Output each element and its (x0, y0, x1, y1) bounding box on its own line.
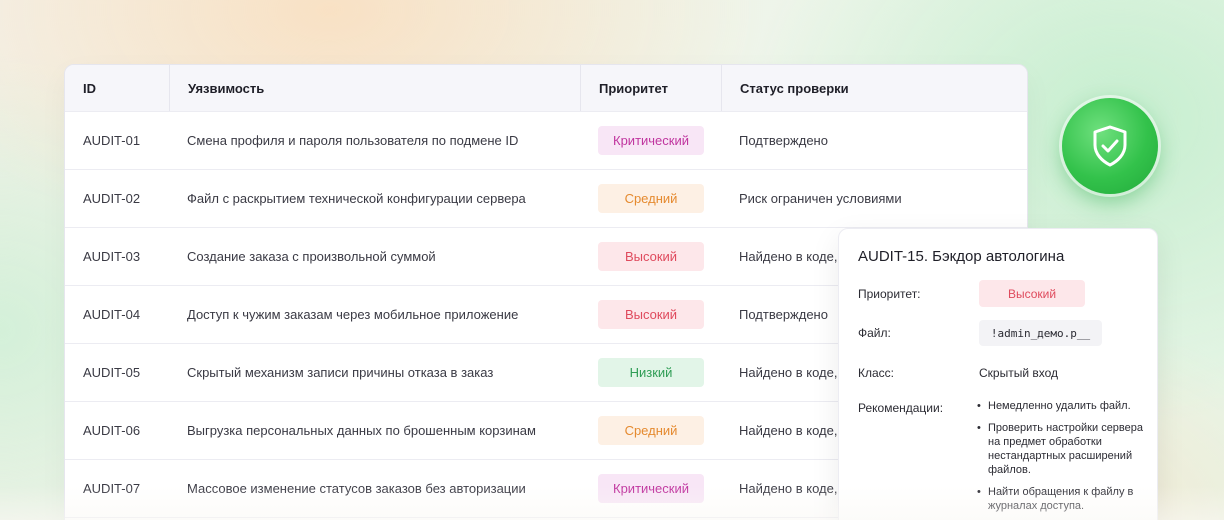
column-header-priority[interactable]: Приоритет (580, 65, 721, 111)
detail-file-value[interactable]: !admin_демо.p__ (979, 320, 1102, 346)
detail-priority-badge: Высокий (979, 280, 1085, 307)
row-id: AUDIT-03 (83, 249, 141, 264)
detail-class-value: Скрытый вход (979, 366, 1059, 380)
row-vulnerability: Выгрузка персональных данных по брошенны… (187, 423, 536, 438)
detail-class-label: Класс: (858, 366, 894, 380)
row-status: Подтверждено (739, 133, 828, 148)
row-status: Риск ограничен условиями (739, 191, 902, 206)
row-id: AUDIT-05 (83, 365, 141, 380)
table-row[interactable]: AUDIT-02 Файл с раскрытием технической к… (65, 170, 1027, 228)
list-item: Найти обращения к файлу в журналах досту… (977, 485, 1147, 513)
table-header: ID Уязвимость Приоритет Статус проверки (65, 65, 1027, 112)
row-id: AUDIT-07 (83, 481, 141, 496)
row-vulnerability: Доступ к чужим заказам через мобильное п… (187, 307, 519, 322)
row-vulnerability: Скрытый механизм записи причины отказа в… (187, 365, 494, 380)
list-item: Проверить настройки сервера на предмет о… (977, 421, 1147, 477)
row-vulnerability: Файл с раскрытием технической конфигурац… (187, 191, 526, 206)
recommendations-list: Немедленно удалить файл. Проверить настр… (977, 399, 1147, 520)
detail-title: AUDIT-15. Бэкдор автологина (858, 248, 1065, 265)
row-id: AUDIT-06 (83, 423, 141, 438)
detail-file-label: Файл: (858, 326, 891, 340)
priority-badge: Низкий (598, 358, 704, 387)
shield-check-glyph (1093, 125, 1127, 167)
row-vulnerability: Массовое изменение статусов заказов без … (187, 481, 526, 496)
priority-badge: Высокий (598, 242, 704, 271)
detail-priority-label: Приоритет: (858, 287, 921, 301)
vulnerability-detail-card: AUDIT-15. Бэкдор автологина Приоритет: В… (838, 228, 1158, 520)
priority-badge: Критический (598, 474, 704, 503)
list-item: Немедленно удалить файл. (977, 399, 1147, 413)
row-vulnerability: Создание заказа с произвольной суммой (187, 249, 436, 264)
priority-badge: Средний (598, 184, 704, 213)
row-id: AUDIT-04 (83, 307, 141, 322)
column-header-vulnerability[interactable]: Уязвимость (169, 65, 580, 111)
column-header-id[interactable]: ID (65, 65, 169, 111)
priority-badge: Критический (598, 126, 704, 155)
shield-check-icon (1062, 98, 1158, 194)
row-id: AUDIT-01 (83, 133, 141, 148)
column-header-status[interactable]: Статус проверки (721, 65, 1027, 111)
detail-recommendations-label: Рекомендации: (858, 401, 944, 415)
table-row[interactable]: AUDIT-01 Смена профиля и пароля пользова… (65, 112, 1027, 170)
row-vulnerability: Смена профиля и пароля пользователя по п… (187, 133, 519, 148)
row-id: AUDIT-02 (83, 191, 141, 206)
priority-badge: Средний (598, 416, 704, 445)
priority-badge: Высокий (598, 300, 704, 329)
